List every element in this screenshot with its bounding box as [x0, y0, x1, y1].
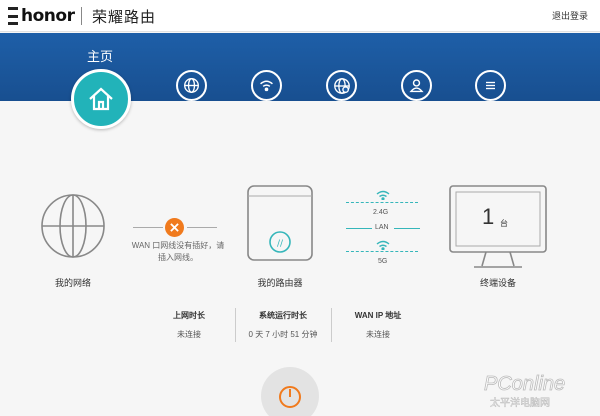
stat-title: 系统运行时长 — [259, 311, 307, 320]
header-divider — [81, 7, 82, 25]
wan-connection-line-right — [187, 227, 217, 228]
stat-value: 未连接 — [366, 330, 390, 339]
system-uptime-stat: 系统运行时长 0 天 7 小时 51 分钟 — [238, 310, 328, 340]
terminal-devices-label: 终端设备 — [479, 278, 516, 288]
wan-ip-stat: WAN IP 地址 未连接 — [333, 310, 423, 340]
my-network-label: 我的网络 — [54, 278, 91, 288]
my-router-icon[interactable]: // — [246, 184, 314, 262]
power-icon — [279, 386, 301, 408]
wifi-24g-icon — [376, 190, 390, 200]
stat-title: 上网时长 — [173, 311, 205, 320]
band-5g-line — [346, 251, 418, 252]
brand-name: honor — [21, 6, 75, 26]
band-24g-line — [346, 202, 418, 203]
logo-mark-icon — [8, 7, 18, 25]
svg-text://: // — [277, 239, 284, 249]
band-24g-label: 2.4G — [373, 209, 389, 216]
network-settings-icon[interactable] — [326, 70, 357, 101]
stat-value: 0 天 7 小时 51 分钟 — [248, 330, 318, 339]
svg-text:PConline: PConline — [484, 373, 565, 395]
stat-divider — [235, 308, 236, 342]
top-bar: honor 荣耀路由 退出登录 — [0, 0, 600, 32]
globe-icon[interactable] — [176, 70, 207, 101]
app-title: 荣耀路由 — [92, 9, 157, 26]
lan-line-left — [346, 228, 372, 229]
my-network-globe-icon[interactable] — [40, 193, 106, 259]
lan-line-right — [394, 228, 420, 229]
terminal-devices-monitor-icon[interactable] — [448, 184, 548, 272]
wifi-5g-icon — [376, 240, 390, 250]
menu-icon[interactable] — [475, 70, 506, 101]
user-icon[interactable] — [401, 70, 432, 101]
power-button[interactable] — [261, 367, 319, 416]
stat-divider — [331, 308, 332, 342]
band-lan-label: LAN — [375, 224, 389, 231]
stat-title: WAN IP 地址 — [354, 311, 402, 320]
brand-logo: honor — [8, 5, 75, 27]
pconline-watermark: PConline 太平洋电脑网 — [484, 373, 566, 410]
home-tab-button[interactable] — [71, 69, 131, 129]
home-icon — [89, 87, 113, 111]
logout-link[interactable]: 退出登录 — [552, 9, 588, 22]
home-tab-label: 主页 — [87, 49, 114, 64]
online-duration-stat: 上网时长 未连接 — [144, 310, 234, 340]
device-count-unit: 台 — [500, 219, 508, 228]
band-5g-label: 5G — [378, 258, 388, 265]
device-count: 1 — [482, 204, 495, 229]
my-router-label: 我的路由器 — [257, 278, 303, 288]
wan-status-message: WAN 口网线没有插好，请 插入网线。 — [131, 241, 225, 262]
stat-value: 未连接 — [177, 330, 201, 339]
wan-disconnected-icon — [165, 218, 184, 237]
wifi-icon[interactable] — [251, 70, 282, 101]
wan-connection-line-left — [133, 227, 163, 228]
svg-text:太平洋电脑网: 太平洋电脑网 — [490, 396, 550, 409]
